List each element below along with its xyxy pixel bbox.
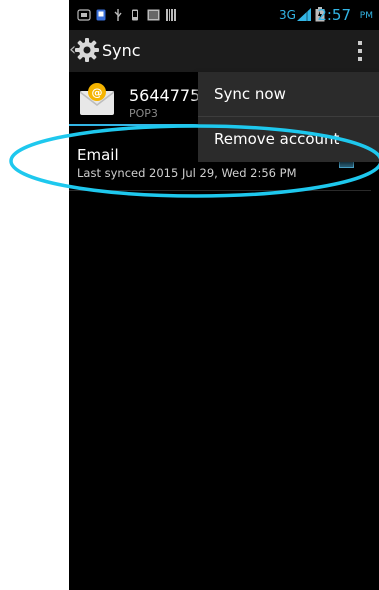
menu-item-sync-now[interactable]: Sync now (198, 72, 379, 116)
clock-time: 2:57 (317, 6, 351, 24)
clock-ampm: PM (359, 11, 373, 21)
svg-text:@: @ (92, 86, 103, 99)
menu-item-label: Remove account (214, 130, 340, 148)
sync-item-label: Email (77, 146, 119, 164)
page-title: Sync (102, 41, 141, 60)
overflow-menu-icon[interactable] (354, 40, 366, 62)
overflow-menu: Sync now Remove account (198, 72, 379, 162)
row-divider (69, 190, 371, 191)
barcode-icon (166, 9, 176, 21)
sd-card-icon (77, 9, 91, 21)
up-navigation-button[interactable]: ‹ Sync (69, 30, 149, 72)
menu-item-label: Sync now (214, 85, 286, 103)
account-type: POP3 (129, 107, 158, 120)
status-bar: 3G 2:57 PM (69, 0, 379, 30)
settings-gear-icon (75, 38, 99, 62)
usb-icon (114, 9, 122, 21)
menu-item-remove-account[interactable]: Remove account (198, 117, 379, 161)
network-type-label: 3G (279, 8, 296, 22)
signal-icon (297, 8, 311, 21)
app-notification-icon (96, 9, 106, 21)
image-icon (147, 9, 160, 21)
sync-item-last-synced: Last synced 2015 Jul 29, Wed 2:56 PM (77, 166, 297, 180)
email-envelope-icon: @ (80, 83, 114, 115)
phone-icon (132, 9, 138, 21)
phone-screen: 3G 2:57 PM ‹ Sync @ 564477580 POP3 Email… (69, 0, 379, 590)
action-bar: ‹ Sync (69, 30, 379, 72)
